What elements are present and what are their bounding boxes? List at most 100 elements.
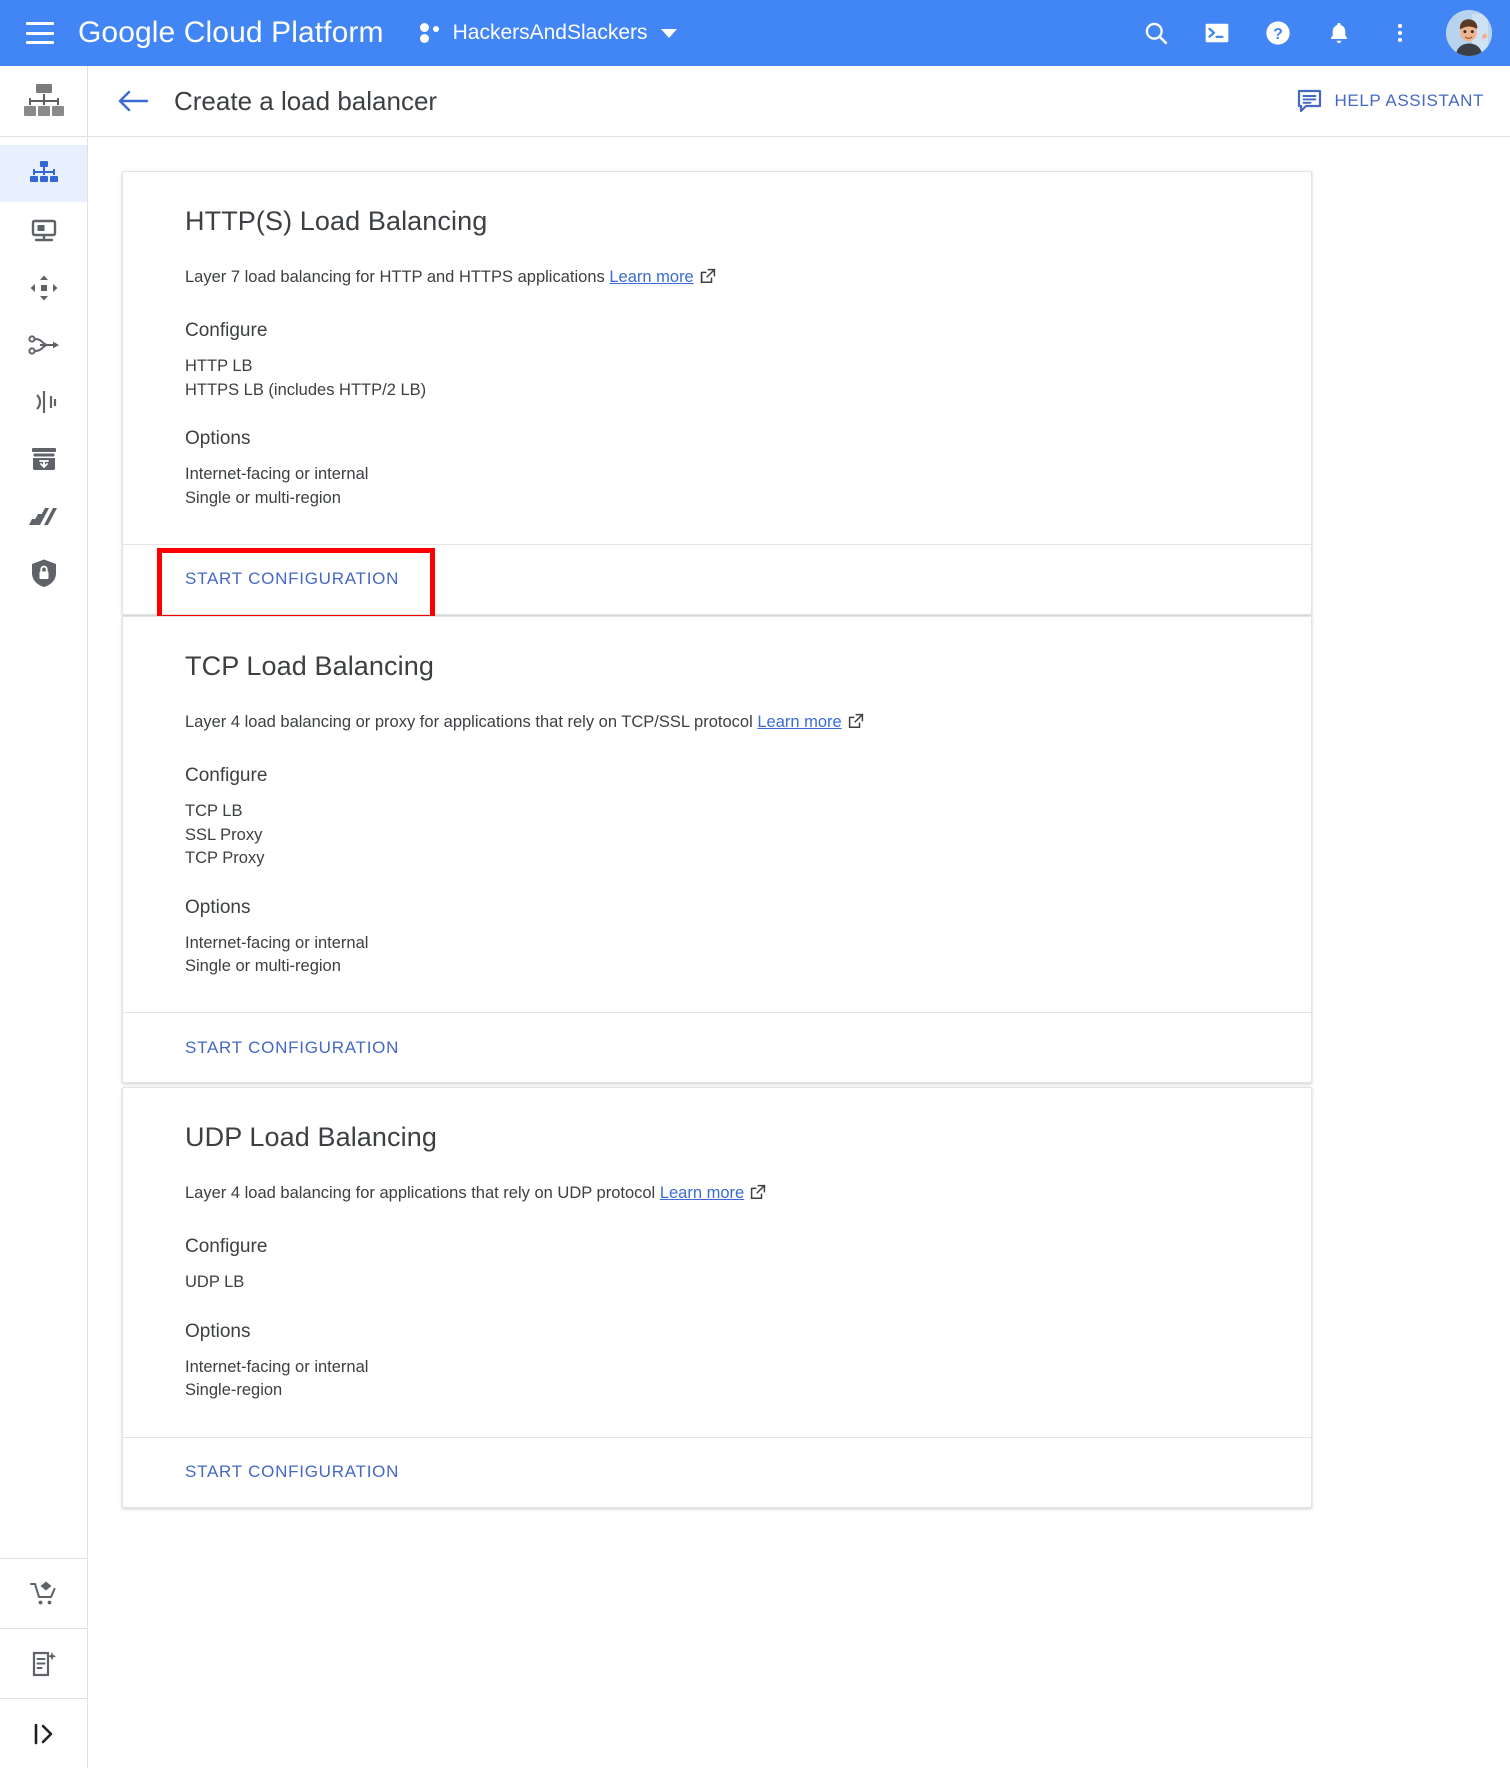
options-list: Internet-facing or internal Single-regio… [185, 1356, 1249, 1403]
card-tcp-load-balancing: TCP Load Balancing Layer 4 load balancin… [122, 616, 1312, 1084]
sidebar-item-backends[interactable] [0, 202, 87, 259]
options-list: Internet-facing or internal Single or mu… [185, 463, 1249, 510]
sidebar-item-cloud-cdn[interactable] [0, 430, 87, 487]
server-monitor-icon [31, 219, 56, 241]
sidebar-item-release-notes[interactable] [0, 1628, 88, 1698]
card-udp-load-balancing: UDP Load Balancing Layer 4 load balancin… [122, 1087, 1312, 1508]
notifications-icon[interactable] [1324, 18, 1354, 48]
options-item: Internet-facing or internal [185, 933, 369, 952]
options-item: Single-region [185, 1381, 283, 1400]
project-name: HackersAndSlackers [452, 21, 648, 44]
configure-item: HTTP LB [185, 357, 253, 376]
card-description-text: Layer 4 load balancing for applications … [185, 1184, 656, 1202]
options-item: Internet-facing or internal [185, 465, 369, 484]
card-title: HTTP(S) Load Balancing [185, 206, 488, 236]
left-rail-bottom [0, 1558, 88, 1768]
sidebar-item-cloud-nat[interactable] [0, 487, 87, 544]
avatar[interactable] [1446, 10, 1492, 56]
main-content: HTTP(S) Load Balancing Layer 7 load bala… [88, 137, 1510, 1768]
bars-chart-icon [28, 507, 57, 525]
search-icon[interactable] [1141, 18, 1171, 48]
card-footer: START CONFIGURATION [123, 1436, 1311, 1507]
card-title: TCP Load Balancing [185, 651, 434, 681]
options-heading: Options [185, 896, 251, 918]
page-header: Create a load balancer HELP ASSISTANT [88, 66, 1510, 137]
options-item: Internet-facing or internal [185, 1357, 369, 1376]
sidebar-item-cloud-armor[interactable] [0, 544, 87, 601]
card-description: Layer 4 load balancing or proxy for appl… [185, 711, 1249, 735]
help-assistant-button[interactable]: HELP ASSISTANT [1297, 89, 1485, 113]
cloud-shell-icon[interactable] [1202, 18, 1232, 48]
card-body: TCP Load Balancing Layer 4 load balancin… [123, 617, 1311, 1012]
card-description: Layer 4 load balancing for applications … [185, 1182, 1249, 1206]
configure-item: TCP Proxy [185, 849, 265, 868]
more-options-icon[interactable] [1385, 18, 1415, 48]
options-heading: Options [185, 1320, 251, 1342]
sidebar-item-cloud-dns[interactable] [0, 373, 87, 430]
shield-lock-icon [31, 559, 56, 587]
left-icon-rail [0, 66, 88, 1768]
sidebar-item-network-endpoint-groups[interactable] [0, 259, 87, 316]
configure-heading: Configure [185, 320, 268, 342]
project-picker[interactable]: HackersAndSlackers [419, 21, 677, 45]
start-configuration-button[interactable]: START CONFIGURATION [185, 569, 399, 588]
configure-list: UDP LB [185, 1271, 1249, 1294]
configure-list: HTTP LB HTTPS LB (includes HTTP/2 LB) [185, 355, 1249, 402]
card-footer: START CONFIGURATION [123, 1012, 1311, 1082]
card-body: UDP Load Balancing Layer 4 load balancin… [123, 1088, 1311, 1437]
configure-heading: Configure [185, 1236, 268, 1258]
start-configuration-button[interactable]: START CONFIGURATION [185, 1462, 399, 1482]
options-item: Single or multi-region [185, 956, 341, 975]
card-body: HTTP(S) Load Balancing Layer 7 load bala… [123, 172, 1311, 544]
header-actions: ? [1110, 10, 1510, 56]
brand-title: Google Cloud Platform [78, 16, 384, 49]
page-root: Google Cloud Platform HackersAndSlackers… [0, 0, 1510, 1768]
open-in-new-icon[interactable] [750, 1184, 766, 1206]
configure-heading: Configure [185, 765, 268, 787]
options-list: Internet-facing or internal Single or mu… [185, 932, 1249, 979]
hamburger-menu-icon[interactable] [26, 22, 54, 44]
start-configuration-highlight: START CONFIGURATION [156, 548, 436, 621]
move-arrows-icon [30, 275, 57, 300]
configure-item: HTTPS LB (includes HTTP/2 LB) [185, 380, 427, 399]
sidebar-item-marketplace[interactable] [0, 1558, 88, 1628]
options-heading: Options [185, 428, 251, 450]
options-item: Single or multi-region [185, 488, 341, 507]
card-http-load-balancing: HTTP(S) Load Balancing Layer 7 load bala… [122, 171, 1312, 621]
back-arrow-icon[interactable] [116, 84, 150, 118]
learn-more-link[interactable]: Learn more [757, 713, 841, 731]
svg-text:?: ? [1273, 26, 1283, 43]
card-description: Layer 7 load balancing for HTTP and HTTP… [185, 266, 1249, 290]
help-assistant-label: HELP ASSISTANT [1334, 91, 1484, 110]
dns-fork-icon [35, 390, 56, 413]
expand-panel-icon [34, 1723, 53, 1744]
project-dots-icon [419, 23, 442, 43]
traffic-director-icon [27, 334, 59, 355]
page-title: Create a load balancer [174, 85, 438, 116]
open-in-new-icon[interactable] [700, 268, 716, 290]
sidebar-item-load-balancing[interactable] [0, 145, 87, 202]
chat-bubble-icon [1297, 89, 1321, 113]
help-icon[interactable]: ? [1263, 18, 1293, 48]
sidebar-item-traffic-director[interactable] [0, 316, 87, 373]
configure-item: UDP LB [185, 1273, 245, 1292]
chevron-down-icon [660, 28, 677, 38]
document-sparkle-icon [32, 1651, 57, 1676]
global-header: Google Cloud Platform HackersAndSlackers… [0, 0, 1510, 66]
network-services-logo-icon[interactable] [0, 66, 87, 137]
configure-list: TCP LB SSL Proxy TCP Proxy [185, 800, 1249, 870]
learn-more-link[interactable]: Learn more [609, 268, 693, 286]
card-description-text: Layer 4 load balancing or proxy for appl… [185, 713, 753, 731]
load-balancing-icon [29, 160, 58, 182]
card-title: UDP Load Balancing [185, 1122, 437, 1152]
learn-more-link[interactable]: Learn more [660, 1184, 744, 1202]
configure-item: SSL Proxy [185, 825, 263, 844]
archive-box-icon [31, 447, 56, 470]
open-in-new-icon[interactable] [848, 713, 864, 735]
sidebar-expand-button[interactable] [0, 1698, 88, 1768]
configure-item: TCP LB [185, 802, 243, 821]
start-configuration-button[interactable]: START CONFIGURATION [185, 1038, 399, 1058]
card-footer: START CONFIGURATION [123, 543, 1311, 621]
card-description-text: Layer 7 load balancing for HTTP and HTTP… [185, 268, 605, 286]
shopping-cart-icon [29, 1581, 56, 1604]
